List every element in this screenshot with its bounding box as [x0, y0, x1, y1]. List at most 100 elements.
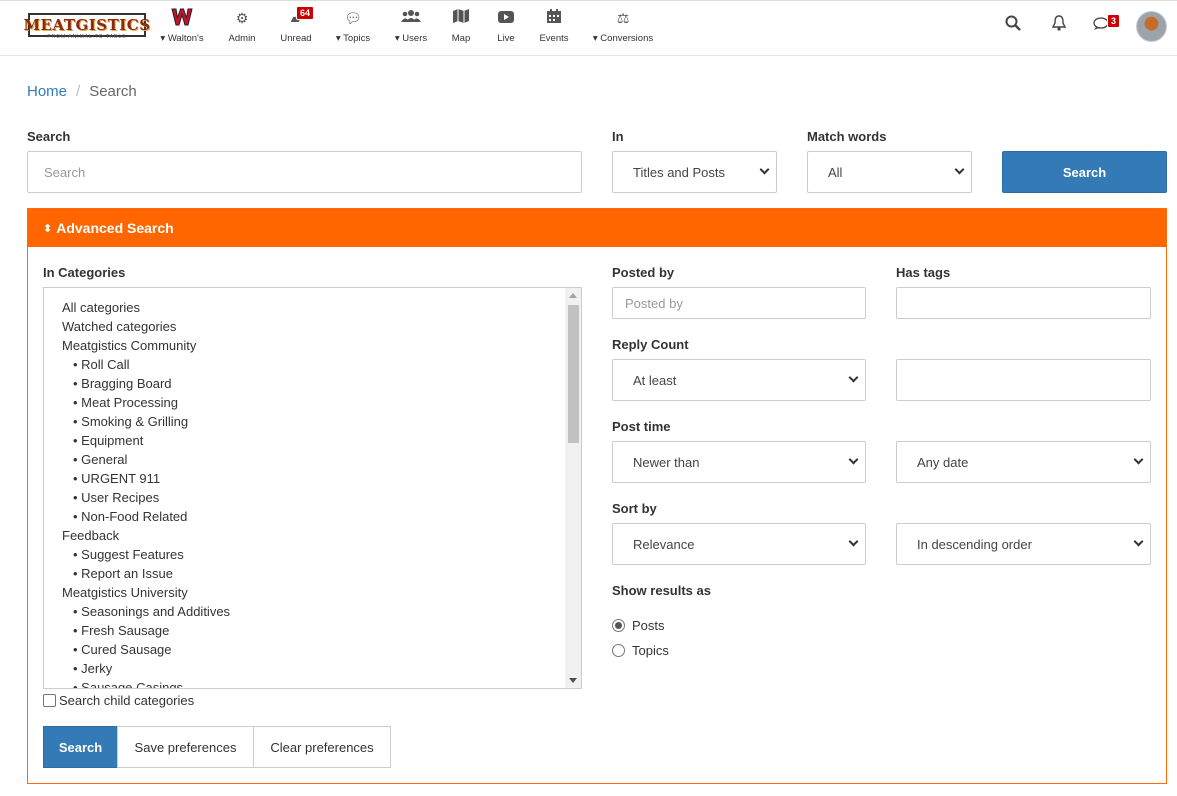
category-option[interactable]: Watched categories [62, 317, 230, 336]
nav-users[interactable]: ▾ Users [393, 7, 429, 51]
category-option[interactable]: • Meat Processing [62, 393, 230, 412]
search-label: Search [27, 129, 71, 144]
category-option[interactable]: • General [62, 450, 230, 469]
clear-preferences-button[interactable]: Clear preferences [253, 726, 391, 768]
in-select[interactable]: Titles and Posts [612, 151, 777, 193]
nav-label-waltons: Walton's [167, 33, 204, 44]
category-option[interactable]: Meatgistics University [62, 583, 230, 602]
nav-live[interactable]: Live [493, 7, 519, 51]
category-option[interactable]: • User Recipes [62, 488, 230, 507]
chevron-down-icon [848, 536, 859, 547]
category-option[interactable]: All categories [62, 298, 230, 317]
in-select-value: Titles and Posts [633, 164, 726, 180]
listbox-scrollbar[interactable] [565, 288, 581, 688]
breadcrumb-separator: / [76, 83, 81, 100]
nav-conversions[interactable]: ⚖ ▾ Conversions [591, 7, 655, 51]
search-child-categories-label: Search child categories [59, 693, 195, 708]
chat-icon[interactable]: 3 [1088, 14, 1121, 40]
scroll-up-icon[interactable] [569, 293, 577, 298]
breadcrumb-home-link[interactable]: Home [27, 83, 67, 100]
chevron-down-icon [759, 164, 770, 175]
post-time-mode-select[interactable]: Newer than [612, 441, 866, 483]
category-option[interactable]: • Equipment [62, 431, 230, 450]
comments-icon: 💬︎ [344, 10, 362, 26]
save-preferences-button[interactable]: Save preferences [117, 726, 254, 768]
nav-topics[interactable]: 💬︎ ▾ Topics [333, 7, 373, 51]
radio-checked-icon[interactable] [612, 619, 625, 632]
search-child-categories-checkbox[interactable]: Search child categories [43, 693, 194, 708]
post-time-mode: Newer than [633, 454, 700, 470]
chevron-down-icon [848, 372, 859, 383]
site-logo[interactable]: MEATGISTICS FROM ANIMAL TO TABLE [23, 13, 150, 43]
breadcrumb: Home / Search [27, 83, 137, 100]
match-words-select[interactable]: All [807, 151, 972, 193]
nav-label-live: Live [497, 33, 515, 44]
category-option[interactable]: • Cured Sausage [62, 640, 230, 659]
preferences-button-group: Search Save preferences Clear preference… [43, 726, 391, 768]
reply-count-input[interactable] [896, 359, 1151, 401]
category-option[interactable]: • Smoking & Grilling [62, 412, 230, 431]
users-icon [393, 7, 429, 29]
advanced-search-title: Advanced Search [56, 220, 174, 236]
waltons-logo-icon [158, 7, 206, 29]
reply-count-select[interactable]: At least [612, 359, 866, 401]
category-option[interactable]: • Non-Food Related [62, 507, 230, 526]
show-topics-label: Topics [632, 643, 669, 658]
category-option[interactable]: • Fresh Sausage [62, 621, 230, 640]
category-option[interactable]: • Jerky [62, 659, 230, 678]
sort-by-select[interactable]: Relevance [612, 523, 866, 565]
category-option[interactable]: • Suggest Features [62, 545, 230, 564]
scroll-down-icon[interactable] [569, 678, 577, 683]
scrollbar-thumb[interactable] [568, 305, 579, 443]
checkbox-box[interactable] [43, 694, 56, 707]
post-time-value-select[interactable]: Any date [896, 441, 1151, 483]
posted-by-input[interactable] [612, 287, 866, 319]
match-words-value: All [828, 164, 843, 180]
category-option[interactable]: • Roll Call [62, 355, 230, 374]
category-option[interactable]: • Bragging Board [62, 374, 230, 393]
logo-text: MEATGISTICS [23, 16, 151, 34]
nav-map[interactable]: Map [449, 7, 473, 51]
sort-direction-select[interactable]: In descending order [896, 523, 1151, 565]
category-option[interactable]: • Sausage Casings [62, 678, 230, 688]
user-avatar[interactable] [1136, 11, 1167, 42]
nav-label-map: Map [451, 33, 471, 44]
sort-icon: ⬍ [43, 222, 53, 235]
nav-label-conversions: Conversions [600, 33, 654, 44]
search-input[interactable] [27, 151, 582, 193]
balance-scale-icon: ⚖ [616, 10, 630, 26]
youtube-icon [493, 7, 519, 29]
bell-icon[interactable] [1046, 14, 1072, 40]
show-topics-radio[interactable]: Topics [612, 643, 669, 658]
has-tags-input[interactable] [896, 287, 1151, 319]
nav-waltons[interactable]: ▾ Walton's [158, 7, 206, 51]
top-navbar: MEATGISTICS FROM ANIMAL TO TABLE ▾ Walto… [0, 0, 1177, 56]
advanced-search-toggle[interactable]: ⬍ Advanced Search [28, 209, 1166, 247]
sort-by-value: Relevance [633, 536, 695, 552]
in-label: In [612, 129, 624, 144]
advanced-search-button[interactable]: Search [43, 726, 118, 768]
category-option[interactable]: • Report an Issue [62, 564, 230, 583]
search-button[interactable]: Search [1002, 151, 1167, 193]
cogs-icon: ⚙ [235, 10, 249, 26]
sort-direction-value: In descending order [917, 536, 1032, 552]
nav-unread[interactable]: ▰64 Unread [278, 6, 315, 51]
map-icon [449, 7, 473, 29]
category-option[interactable]: Meatgistics Community [62, 336, 230, 355]
breadcrumb-current: Search [89, 83, 137, 100]
nav-label-admin: Admin [228, 33, 256, 44]
nav-admin[interactable]: ⚙ Admin [226, 7, 258, 51]
match-words-label: Match words [807, 129, 887, 144]
category-option[interactable]: • Seasonings and Additives [62, 602, 230, 621]
show-posts-radio[interactable]: Posts [612, 618, 665, 633]
radio-unchecked-icon[interactable] [612, 644, 625, 657]
nav-events[interactable]: Events [538, 7, 570, 51]
search-icon[interactable] [1000, 14, 1026, 40]
inbox-icon: ▰64 [278, 6, 315, 29]
nav-label-events: Events [539, 33, 569, 44]
categories-listbox[interactable]: All categories Watched categories Meatgist… [43, 287, 582, 689]
category-option[interactable]: Feedback [62, 526, 230, 545]
show-results-label: Show results as [612, 583, 711, 598]
categories-label: In Categories [43, 265, 126, 280]
category-option[interactable]: • URGENT 911 [62, 469, 230, 488]
